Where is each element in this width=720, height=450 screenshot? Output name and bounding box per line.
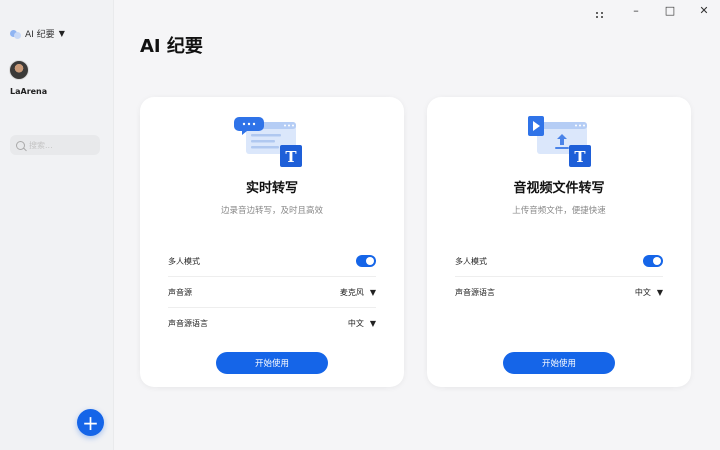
- card-subtitle: 边录音边转写，及时且高效: [220, 206, 323, 216]
- chat-transcript-icon: T: [234, 117, 302, 167]
- language-value: 中文: [634, 287, 651, 297]
- search-input[interactable]: [29, 140, 89, 150]
- start-button[interactable]: 开始使用: [503, 352, 615, 374]
- card-title: 实时转写: [245, 181, 298, 196]
- minimize-icon[interactable]: –: [630, 4, 642, 18]
- audio-source-value: 麦克风: [339, 287, 364, 297]
- card-subtitle: 上传音频文件，便捷快速: [512, 206, 606, 216]
- audio-source-row: 声音源 麦克风 ▼: [168, 277, 376, 308]
- close-icon[interactable]: ✕: [698, 4, 710, 18]
- file-transcription-card: T 音视频文件转写 上传音频文件，便捷快速 多人模式 声音源语言 中文 ▼ 开始…: [427, 97, 691, 387]
- language-select[interactable]: 中文 ▼: [348, 318, 376, 329]
- language-row: 声音源语言 中文 ▼: [168, 308, 376, 338]
- main-area: – □ ✕ AI 纪要 T 实时转写 边录音边转写，及时且高效 多人模式 声音源…: [114, 0, 720, 450]
- video-upload-icon: T: [528, 116, 591, 167]
- grid-icon[interactable]: [596, 4, 608, 18]
- avatar[interactable]: [9, 60, 29, 80]
- realtime-transcription-card: T 实时转写 边录音边转写，及时且高效 多人模式 声音源 麦克风 ▼ 声音源语言…: [140, 97, 404, 387]
- page-title: AI 纪要: [140, 36, 203, 57]
- multi-mode-row: 多人模式: [168, 246, 376, 277]
- multi-mode-label: 多人模式: [168, 256, 200, 266]
- audio-source-label: 声音源: [168, 287, 192, 297]
- app-name: AI 纪要: [25, 30, 55, 40]
- language-value: 中文: [347, 318, 364, 328]
- sidebar: AI 纪要 ▼ LaArena +: [0, 0, 114, 450]
- multi-mode-row: 多人模式: [455, 246, 663, 277]
- card-title: 音视频文件转写: [513, 181, 605, 196]
- cloud-logo-icon: [10, 28, 21, 39]
- chevron-down-icon: ▼: [656, 287, 663, 297]
- multi-mode-toggle[interactable]: [356, 255, 376, 267]
- multi-mode-toggle[interactable]: [643, 255, 663, 267]
- start-button[interactable]: 开始使用: [216, 352, 328, 374]
- search-box[interactable]: [10, 135, 100, 155]
- chevron-down-icon: ▼: [58, 29, 65, 38]
- svg-text:T: T: [574, 148, 586, 166]
- add-button[interactable]: +: [77, 409, 104, 436]
- language-label: 声音源语言: [168, 318, 208, 328]
- username: LaArena: [10, 87, 48, 96]
- maximize-icon[interactable]: □: [664, 4, 676, 18]
- chevron-down-icon: ▼: [369, 287, 376, 297]
- language-select[interactable]: 中文 ▼: [635, 287, 663, 298]
- language-row: 声音源语言 中文 ▼: [455, 277, 663, 307]
- chevron-down-icon: ▼: [369, 318, 376, 328]
- language-label: 声音源语言: [455, 287, 495, 297]
- window-controls: – □ ✕: [596, 4, 710, 18]
- multi-mode-label: 多人模式: [455, 256, 487, 266]
- plus-icon: +: [82, 410, 99, 435]
- svg-text:T: T: [285, 148, 297, 166]
- app-switcher[interactable]: AI 纪要 ▼: [10, 27, 65, 40]
- search-icon: [16, 140, 25, 150]
- audio-source-select[interactable]: 麦克风 ▼: [340, 287, 376, 298]
